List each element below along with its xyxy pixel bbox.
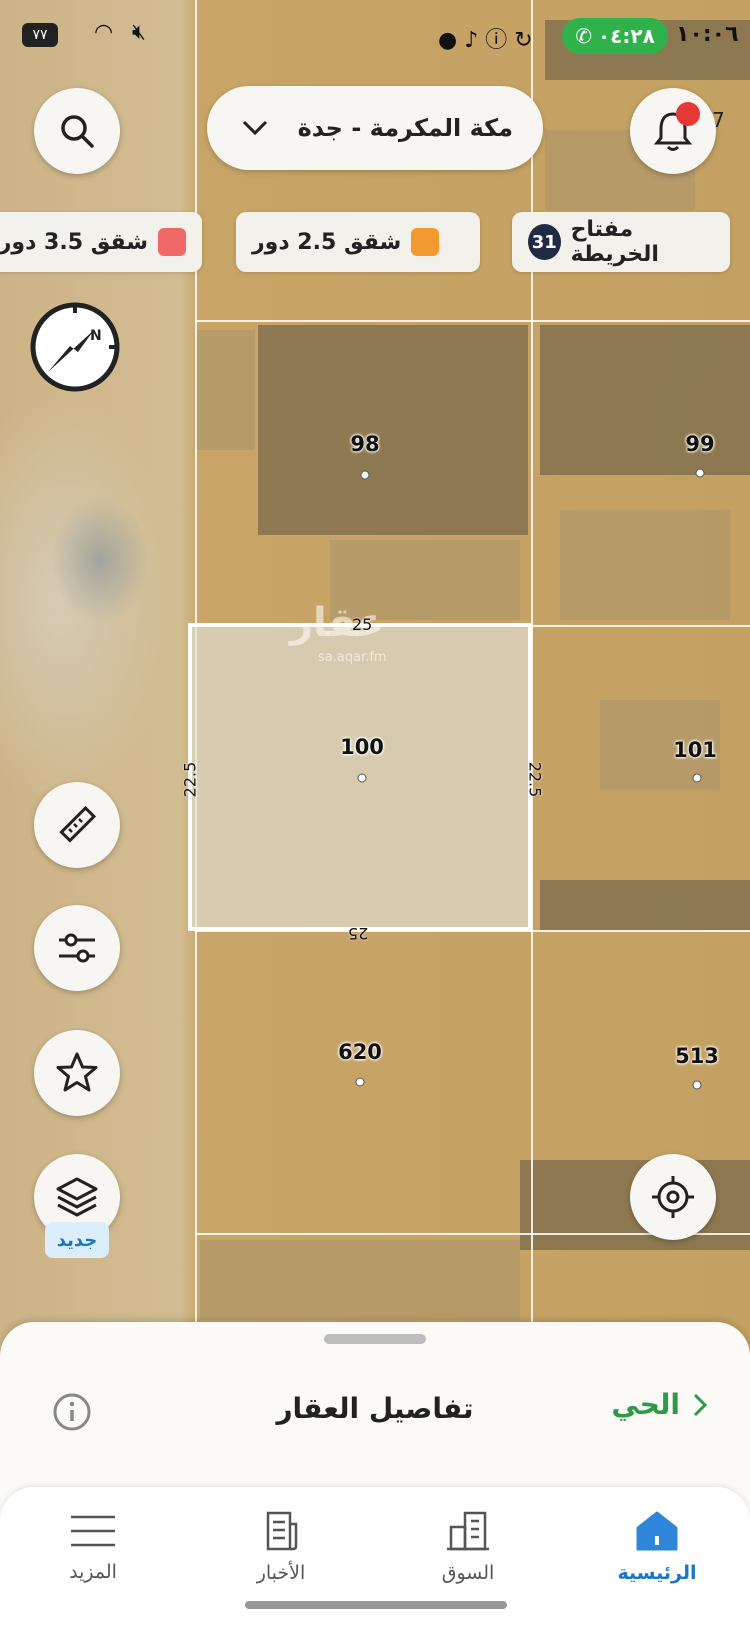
map-building bbox=[200, 1240, 520, 1320]
map-building bbox=[258, 325, 528, 535]
dimension-right: 22.5 bbox=[525, 761, 545, 798]
plot-number[interactable]: 98 bbox=[350, 432, 379, 456]
notification-hint: 7 bbox=[712, 108, 725, 132]
menu-icon bbox=[71, 1515, 115, 1547]
parcel-line bbox=[195, 320, 750, 322]
legend-chip-apartments-2-5[interactable]: شقق 2.5 دور bbox=[236, 212, 480, 272]
map-building bbox=[540, 325, 750, 475]
property-details-sheet[interactable]: تفاصيل العقار الحي الرئيسية السوق الأخبا… bbox=[0, 1322, 750, 1625]
ruler-icon bbox=[59, 805, 97, 843]
plot-number[interactable]: 99 bbox=[685, 432, 714, 456]
plot-number[interactable]: 101 bbox=[673, 738, 717, 762]
legend-chip-label: مفتاح الخريطة bbox=[570, 217, 659, 267]
watermark-url: sa.aqar.fm bbox=[318, 650, 387, 665]
nav-home[interactable]: الرئيسية bbox=[582, 1487, 732, 1607]
location-selector[interactable]: مكة المكرمة - جدة bbox=[207, 86, 543, 170]
dimension-top: 25 bbox=[352, 615, 373, 634]
chevron-right-icon bbox=[693, 1393, 708, 1416]
layers-icon bbox=[56, 1177, 98, 1217]
building-icon bbox=[447, 1511, 489, 1551]
plot-marker[interactable] bbox=[692, 1080, 702, 1090]
plot-number[interactable]: 620 bbox=[338, 1040, 382, 1064]
search-button[interactable] bbox=[34, 88, 120, 174]
call-indicator[interactable]: ✆ ٠٤:٢٨ bbox=[562, 18, 668, 54]
measure-button[interactable] bbox=[34, 782, 120, 868]
nav-market[interactable]: السوق bbox=[393, 1487, 543, 1607]
plot-number[interactable]: 513 bbox=[675, 1044, 719, 1068]
nav-label: المزيد bbox=[69, 1561, 117, 1583]
plot-marker[interactable] bbox=[360, 470, 370, 480]
legend-color-swatch bbox=[411, 228, 440, 256]
plot-marker[interactable] bbox=[695, 468, 705, 478]
legend-count-badge: 31 bbox=[528, 224, 561, 260]
dimension-bottom: 25 bbox=[348, 924, 369, 943]
notification-dot bbox=[676, 102, 700, 126]
plot-marker[interactable] bbox=[692, 773, 702, 783]
battery-icon: ٧٧ bbox=[22, 23, 58, 47]
sliders-icon bbox=[59, 933, 95, 963]
home-indicator[interactable] bbox=[245, 1601, 507, 1609]
plot-number[interactable]: 100 bbox=[340, 735, 384, 759]
nav-more[interactable]: المزيد bbox=[18, 1487, 168, 1607]
legend-chip-apartments-3-5[interactable]: شقق 3.5 دور bbox=[0, 212, 202, 272]
new-badge: جديد bbox=[45, 1222, 109, 1258]
nav-label: السوق bbox=[441, 1562, 495, 1584]
map-building bbox=[560, 510, 730, 620]
filter-button[interactable] bbox=[34, 905, 120, 991]
district-link[interactable]: الحي bbox=[611, 1388, 708, 1421]
map-legend-chip[interactable]: 31 مفتاح الخريطة bbox=[512, 212, 730, 272]
plot-marker[interactable] bbox=[357, 773, 367, 783]
search-icon bbox=[61, 115, 94, 148]
legend-chip-label: شقق 2.5 دور bbox=[252, 229, 402, 255]
star-icon bbox=[56, 1052, 98, 1092]
call-timer: ٠٤:٢٨ bbox=[597, 24, 655, 48]
sheet-drag-handle[interactable] bbox=[324, 1334, 426, 1344]
mute-icon: 🔇︎ bbox=[132, 20, 146, 45]
home-icon bbox=[636, 1511, 678, 1551]
news-icon bbox=[266, 1511, 298, 1551]
chevron-down-icon bbox=[242, 120, 268, 136]
svg-text:N: N bbox=[90, 328, 102, 344]
wifi-icon: ◠ bbox=[94, 20, 114, 45]
status-icons: ● ♪ ⓘ ↻ bbox=[438, 28, 533, 53]
plot-marker[interactable] bbox=[355, 1077, 365, 1087]
nav-label: الأخبار bbox=[256, 1562, 306, 1584]
map-building bbox=[195, 330, 255, 450]
crosshair-icon bbox=[652, 1176, 694, 1218]
legend-color-swatch bbox=[158, 228, 186, 256]
phone-icon: ✆ bbox=[575, 24, 592, 48]
status-time: ١٠:٠٦ bbox=[676, 22, 739, 47]
nav-news[interactable]: الأخبار bbox=[206, 1487, 356, 1607]
favorites-button[interactable] bbox=[34, 1030, 120, 1116]
legend-chip-label: شقق 3.5 دور bbox=[0, 229, 148, 255]
compass-button[interactable]: N bbox=[28, 300, 122, 394]
compass-icon: N bbox=[30, 302, 120, 392]
location-label: مكة المكرمة - جدة bbox=[297, 114, 513, 142]
my-location-button[interactable] bbox=[630, 1154, 716, 1240]
nav-label: الرئيسية bbox=[617, 1562, 697, 1584]
map-building bbox=[540, 880, 750, 930]
district-label: الحي bbox=[611, 1388, 680, 1421]
notifications-button[interactable] bbox=[630, 88, 716, 174]
dimension-left: 22.5 bbox=[180, 761, 200, 798]
